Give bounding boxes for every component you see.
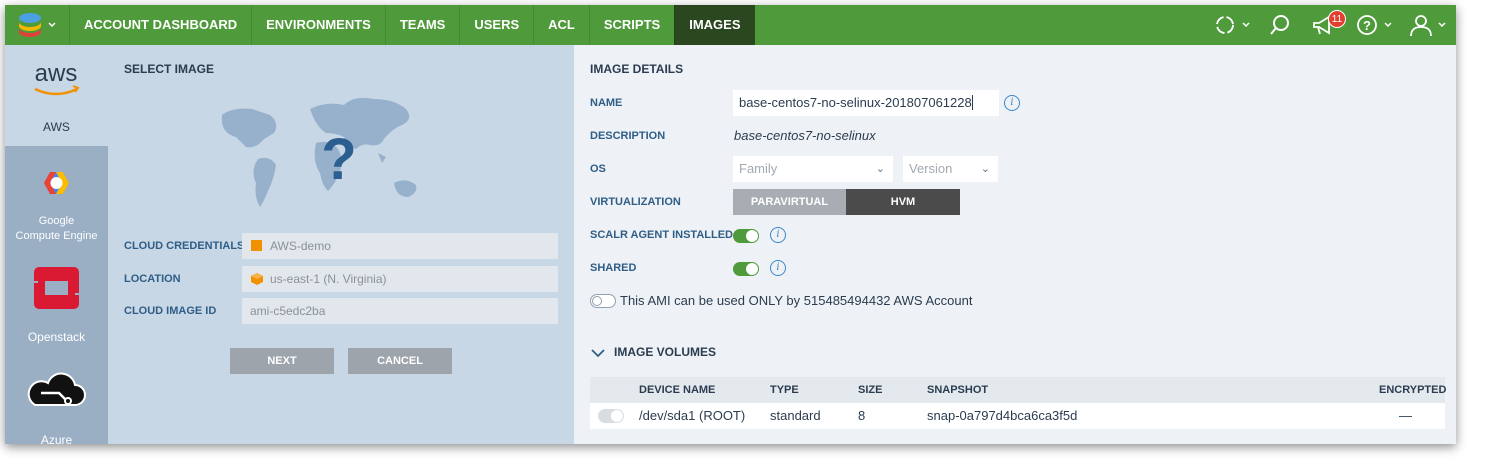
select-image-title: SELECT IMAGE <box>124 62 215 76</box>
google-compute-engine-icon <box>44 172 69 194</box>
app-menu-button[interactable] <box>5 5 65 45</box>
os-family-placeholder: Family <box>739 161 778 176</box>
stack-logo-icon <box>19 13 56 37</box>
name-info-icon[interactable]: i <box>1004 95 1020 111</box>
location-value: us-east-1 (N. Virginia) <box>270 272 387 286</box>
image-details-panel: IMAGE DETAILS NAME base-centos7-no-selin… <box>574 45 1456 444</box>
cloud-credentials-label: CLOUD CREDENTIALS <box>124 240 245 252</box>
nav-acl[interactable]: ACL <box>533 5 589 45</box>
table-row[interactable]: /dev/sda1 (ROOT) standard 8 snap-0a797d4… <box>590 403 1445 429</box>
sidebar-item-label: Azure <box>40 433 73 444</box>
hvm-option[interactable]: HVM <box>846 189 960 215</box>
chevron-down-icon: ⌄ <box>980 163 990 175</box>
device-name-cell: /dev/sda1 (ROOT) <box>639 408 746 423</box>
top-navbar: ACCOUNT DASHBOARD ENVIRONMENTS TEAMS USE… <box>5 5 1456 45</box>
column-size: SIZE <box>858 384 883 396</box>
cube-icon <box>251 273 263 285</box>
text-cursor <box>971 95 973 110</box>
main-nav: ACCOUNT DASHBOARD ENVIRONMENTS TEAMS USE… <box>69 5 755 45</box>
help-icon[interactable]: ? <box>1355 13 1395 37</box>
description-value: base-centos7-no-selinux <box>734 128 876 143</box>
cancel-button[interactable]: CANCEL <box>348 348 452 374</box>
sidebar-item-label: Google Compute Engine <box>15 215 98 242</box>
aws-logo-icon: aws <box>34 60 80 96</box>
collapse-chevron-icon[interactable] <box>590 347 606 359</box>
select-image-panel: SELECT IMAGE ? CLOUD CREDENTIALS AWS-dem… <box>108 45 574 444</box>
size-cell: 8 <box>858 408 866 423</box>
cloud-image-id-label: CLOUD IMAGE ID <box>124 305 217 317</box>
sync-icon[interactable] <box>1213 13 1253 37</box>
scalr-agent-toggle[interactable] <box>733 229 759 243</box>
cloud-credentials-field[interactable]: AWS-demo <box>242 233 558 259</box>
nav-images[interactable]: IMAGES <box>674 5 755 45</box>
location-label: LOCATION <box>124 273 181 285</box>
shared-toggle[interactable] <box>733 262 759 276</box>
sidebar-item-google-compute-engine[interactable]: Google Compute Engine <box>5 146 108 250</box>
user-icon[interactable] <box>1407 13 1451 37</box>
column-snapshot: SNAPSHOT <box>927 384 989 396</box>
nav-account-dashboard[interactable]: ACCOUNT DASHBOARD <box>69 5 251 45</box>
svg-text:?: ? <box>1363 18 1371 33</box>
sidebar-item-label: AWS <box>43 120 70 134</box>
snapshot-cell: snap-0a797d4bca6ca3f5d <box>927 408 1078 423</box>
next-button[interactable]: NEXT <box>230 348 334 374</box>
openstack-icon <box>34 267 79 309</box>
virtualization-label: VIRTUALIZATION <box>590 196 681 208</box>
os-label: OS <box>590 163 606 175</box>
encrypted-cell: — <box>1399 408 1412 423</box>
search-icon[interactable] <box>1267 13 1293 37</box>
os-version-select[interactable]: Version ⌄ <box>903 156 998 182</box>
os-family-select[interactable]: Family ⌄ <box>733 156 893 182</box>
cloud-credentials-value: AWS-demo <box>270 239 331 253</box>
ami-only-toggle[interactable] <box>590 294 616 308</box>
credentials-square-icon <box>251 240 262 251</box>
scalr-agent-info-icon[interactable]: i <box>770 227 786 243</box>
ami-only-text: This AMI can be used ONLY by 51548549443… <box>620 293 973 308</box>
os-version-placeholder: Version <box>909 161 953 176</box>
svg-text:aws: aws <box>35 60 78 87</box>
sidebar-item-azure[interactable]: Azure <box>5 353 108 444</box>
chevron-down-icon: ⌄ <box>875 163 885 175</box>
image-volumes-title: IMAGE VOLUMES <box>614 345 717 359</box>
app-window: ACCOUNT DASHBOARD ENVIRONMENTS TEAMS USE… <box>5 5 1456 444</box>
notifications-badge: 11 <box>1328 10 1346 28</box>
shared-label: SHARED <box>590 262 637 274</box>
sidebar-item-label: Openstack <box>27 330 86 344</box>
world-map-question-icon: ? <box>221 97 417 207</box>
column-encrypted: ENCRYPTED <box>1379 384 1447 396</box>
name-label: NAME <box>590 97 623 109</box>
volume-row-toggle[interactable] <box>598 409 624 423</box>
name-input[interactable]: base-centos7-no-selinux-201807061228 <box>733 90 999 116</box>
name-input-value: base-centos7-no-selinux-201807061228 <box>739 95 972 110</box>
nav-users[interactable]: USERS <box>459 5 533 45</box>
sidebar-item-aws[interactable]: aws AWS <box>5 45 108 146</box>
column-type: TYPE <box>770 384 799 396</box>
shared-info-icon[interactable]: i <box>770 260 786 276</box>
image-details-title: IMAGE DETAILS <box>590 62 684 76</box>
type-cell: standard <box>770 408 821 423</box>
svg-text:?: ? <box>321 127 356 192</box>
nav-scripts[interactable]: SCRIPTS <box>588 5 674 45</box>
nav-teams[interactable]: TEAMS <box>384 5 460 45</box>
sidebar-item-openstack[interactable]: Openstack <box>5 250 108 353</box>
cloud-image-id-field[interactable]: ami-c5edc2ba <box>242 298 558 324</box>
scalr-agent-label: SCALR AGENT INSTALLED <box>590 229 733 241</box>
azure-cloud-icon <box>27 372 86 406</box>
column-device-name: DEVICE NAME <box>639 384 716 396</box>
location-field[interactable]: us-east-1 (N. Virginia) <box>242 266 558 292</box>
cloud-sidebar: aws AWS Google Compute Engine Openstack … <box>5 45 108 444</box>
description-label: DESCRIPTION <box>590 130 666 142</box>
volumes-table-header: DEVICE NAME TYPE SIZE SNAPSHOT ENCRYPTED <box>590 377 1447 403</box>
paravirtual-option[interactable]: PARAVIRTUAL <box>733 189 846 215</box>
nav-environments[interactable]: ENVIRONMENTS <box>251 5 385 45</box>
